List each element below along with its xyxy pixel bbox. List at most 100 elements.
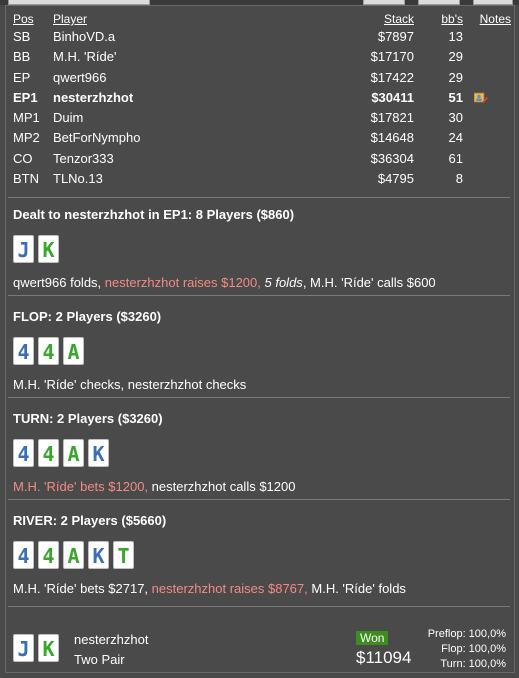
playing-card: 4: [38, 337, 59, 365]
divider: [8, 295, 510, 296]
player-name: BetForNympho: [53, 130, 141, 146]
hand-result: J K nesterzhzhot Two Pair Won $11094 Pre…: [13, 628, 511, 672]
playing-card: T: [113, 541, 134, 569]
player-pos: SB: [13, 29, 31, 44]
players-table: Pos Player Stack bb's Notes SB BinhoVD.a…: [13, 11, 511, 189]
action-text-bet: M.H. 'Ríde' bets $1200,: [13, 479, 152, 494]
street-actions: M.H. 'Ríde' checks, nesterzhzhot checks: [13, 377, 511, 393]
playing-card: K: [88, 541, 109, 569]
player-row-hero[interactable]: EP1 nesterzhzhot $30411 51: [13, 88, 511, 108]
player-bbs: 13: [448, 29, 463, 44]
street-turn: TURN: 2 Players ($3260) 4 4 A K M.H. 'Rí…: [13, 411, 511, 495]
playing-card: A: [63, 337, 84, 365]
playing-card: K: [88, 439, 109, 467]
player-bbs: 61: [448, 150, 463, 166]
player-name: Duim: [53, 110, 84, 126]
action-text: , M.H. 'Ríde' calls $600: [302, 275, 436, 290]
player-row[interactable]: EP qwert966 $17422 29: [13, 68, 511, 88]
street-actions: M.H. 'Ríde' bets $1200, nesterzhzhot cal…: [13, 479, 511, 495]
hole-cards: J K: [13, 235, 511, 263]
playing-card: A: [63, 439, 84, 467]
action-text: M.H. 'Ríde' folds: [311, 581, 406, 596]
playing-card: J: [13, 235, 34, 263]
player-stack: $17422: [370, 69, 414, 85]
street-title: TURN: 2 Players ($3260): [13, 411, 163, 426]
player-row[interactable]: CO Tenzor333 $36304 61: [13, 149, 511, 169]
street-river: RIVER: 2 Players ($5660) 4 4 A K T M.H. …: [13, 513, 511, 597]
board-cards: 4 4 A: [13, 337, 511, 365]
action-text-folds: 5 folds: [264, 275, 303, 290]
playing-card: 4: [13, 439, 34, 467]
header-bbs[interactable]: bb's: [441, 11, 463, 27]
player-pos: MP2: [13, 130, 40, 146]
players-table-header: Pos Player Stack bb's Notes: [13, 11, 511, 27]
winning-hand: Two Pair: [74, 652, 125, 667]
player-bbs: 30: [448, 110, 463, 126]
player-name: BinhoVD.a: [53, 29, 116, 44]
street-preflop: Dealt to nesterzhzhot in EP1: 8 Players …: [13, 207, 511, 291]
won-badge: Won: [356, 631, 389, 645]
player-stack: $17821: [370, 110, 414, 126]
winner-name: nesterzhzhot: [74, 632, 149, 647]
street-actions: qwert966 folds, nesterzhzhot raises $120…: [13, 275, 511, 291]
player-stack: $36304: [370, 150, 414, 166]
street-title: Dealt to nesterzhzhot in EP1: 8 Players …: [13, 207, 295, 222]
player-row[interactable]: MP2 BetForNympho $14648 24: [13, 128, 511, 148]
action-text: qwert966 folds,: [13, 275, 105, 290]
player-name: M.H. 'Ríde': [53, 49, 117, 65]
playing-card: 4: [13, 337, 34, 365]
player-row[interactable]: BB M.H. 'Ríde' $17170 29: [13, 47, 511, 67]
player-pos: EP: [13, 69, 31, 85]
equity-preflop: Preflop: 100,0%: [427, 628, 506, 640]
player-name: Tenzor333: [53, 150, 114, 166]
header-pos[interactable]: Pos: [13, 11, 34, 27]
player-name: nesterzhzhot: [53, 89, 134, 105]
divider: [8, 499, 510, 500]
player-name: qwert966: [53, 69, 107, 85]
playing-card: 4: [38, 439, 59, 467]
player-pos: EP1: [13, 89, 38, 105]
street-flop: FLOP: 2 Players ($3260) 4 4 A M.H. 'Ríde…: [13, 309, 511, 393]
action-text: M.H. 'Ríde' bets $2717,: [13, 581, 152, 596]
player-bbs: 29: [448, 69, 463, 85]
header-stack[interactable]: Stack: [384, 11, 414, 27]
street-title: FLOP: 2 Players ($3260): [13, 309, 162, 324]
playing-card: 4: [38, 541, 59, 569]
player-bbs: 29: [448, 49, 463, 65]
equity-flop: Flop: 100,0%: [441, 643, 506, 655]
action-text: nesterzhzhot calls $1200: [151, 479, 296, 494]
player-stack: $30411: [371, 89, 414, 105]
divider: [8, 397, 510, 398]
player-stack: $17170: [370, 49, 414, 65]
won-amount: $11094: [356, 648, 412, 667]
board-cards: 4 4 A K T: [13, 541, 511, 569]
player-name: TLNo.13: [53, 171, 103, 187]
board-cards: 4 4 A K: [13, 439, 511, 467]
player-row[interactable]: SB BinhoVD.a $7897 13: [13, 27, 511, 47]
player-stack: $7897: [377, 29, 414, 44]
header-player[interactable]: Player: [53, 11, 87, 27]
player-pos: BB: [13, 49, 31, 65]
player-bbs: 24: [448, 130, 463, 146]
player-bbs: 51: [448, 89, 463, 105]
playing-card: A: [63, 541, 84, 569]
player-bbs: 8: [455, 171, 463, 187]
player-row[interactable]: MP1 Duim $17821 30: [13, 108, 511, 128]
street-actions: M.H. 'Ríde' bets $2717, nesterzhzhot rai…: [13, 581, 511, 597]
action-text-raise: nesterzhzhot raises $8767,: [151, 581, 312, 596]
action-text: M.H. 'Ríde' checks, nesterzhzhot checks: [13, 377, 247, 392]
action-text-raise: nesterzhzhot raises $1200,: [104, 275, 265, 290]
player-row[interactable]: BTN TLNo.13 $4795 8: [13, 169, 511, 189]
playing-card: J: [13, 634, 34, 662]
street-title: RIVER: 2 Players ($5660): [13, 513, 167, 528]
playing-card: 4: [13, 541, 34, 569]
player-stack: $4795: [377, 171, 414, 187]
header-notes[interactable]: Notes: [480, 11, 511, 27]
playing-card: K: [38, 634, 59, 662]
divider: [8, 606, 510, 607]
player-pos: BTN: [13, 171, 39, 187]
equity-turn: Turn: 100,0%: [440, 658, 506, 670]
player-note-icon[interactable]: [474, 91, 488, 104]
player-stack: $14648: [370, 130, 414, 146]
divider: [8, 197, 510, 198]
